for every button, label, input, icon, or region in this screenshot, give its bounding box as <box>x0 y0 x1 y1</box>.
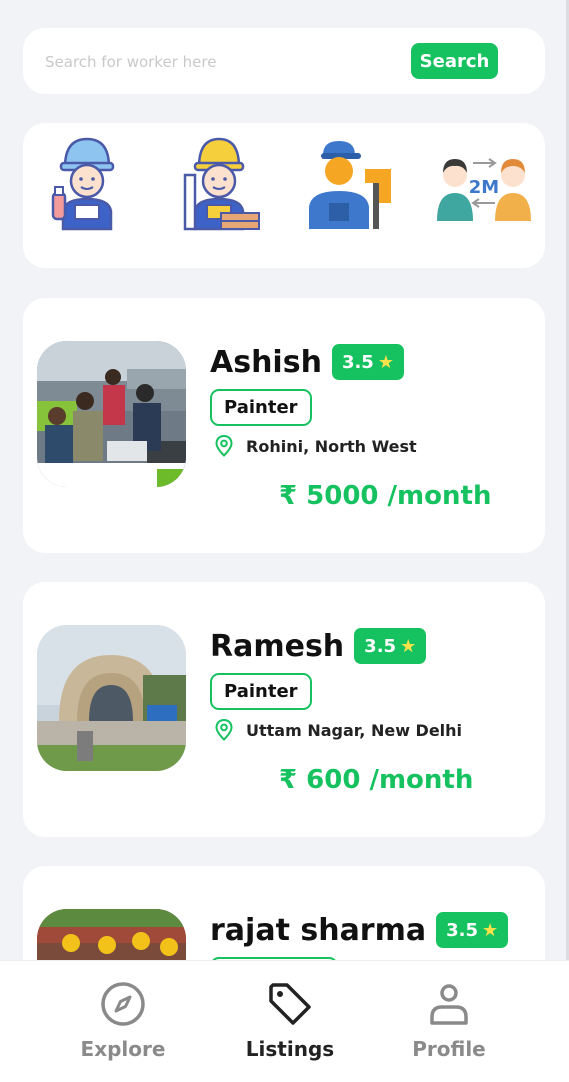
role-badge: Painter <box>210 673 312 710</box>
search-button[interactable]: Search <box>411 43 498 79</box>
worker-photo <box>37 625 186 771</box>
painter-worker-icon[interactable] <box>303 133 403 233</box>
rating-value: 3.5 <box>341 351 374 373</box>
worker-photo <box>37 341 186 487</box>
compass-icon <box>101 982 145 1026</box>
nav-item-explore[interactable]: Explore <box>48 981 198 1069</box>
nav-item-profile[interactable]: Profile <box>374 981 524 1069</box>
worker-name: Ashish <box>210 344 322 380</box>
worker-name-row: rajat sharma 3.5 ★ <box>210 912 509 948</box>
star-icon: ★ <box>482 919 499 941</box>
worker-card[interactable]: Ramesh 3.5 ★ Painter Uttam Nagar, New De… <box>23 582 545 837</box>
hire-exchange-icon[interactable]: 2M <box>433 133 533 233</box>
rating-badge: 3.5 ★ <box>436 912 509 948</box>
location-pin-icon <box>215 435 233 457</box>
star-icon: ★ <box>400 635 417 657</box>
location: Uttam Nagar, New Delhi <box>215 719 462 741</box>
plumber-worker-icon[interactable] <box>35 133 135 233</box>
worker-card[interactable]: Ashish 3.5 ★ Painter Rohini, North West … <box>23 298 545 553</box>
location: Rohini, North West <box>215 435 417 457</box>
tag-icon <box>269 983 311 1025</box>
rating-badge: 3.5 ★ <box>354 628 427 664</box>
nav-item-listings[interactable]: Listings <box>215 981 365 1069</box>
worker-name-row: Ashish 3.5 ★ <box>210 344 404 380</box>
worker-photo <box>37 909 186 960</box>
worker-card[interactable]: rajat sharma 3.5 ★ <box>23 866 545 960</box>
search-card: Search <box>23 28 545 94</box>
location-text: Rohini, North West <box>246 436 417 456</box>
worker-name: Ramesh <box>210 628 345 664</box>
rating-badge: 3.5 ★ <box>331 344 404 380</box>
nav-label: Profile <box>412 1037 486 1061</box>
search-input[interactable] <box>45 48 405 76</box>
worker-name-row: Ramesh 3.5 ★ <box>210 628 427 664</box>
svg-text:2M: 2M <box>469 177 499 198</box>
category-bar: 2M <box>23 123 545 268</box>
worker-name: rajat sharma <box>210 912 427 948</box>
bottom-nav: Explore Listings Profile <box>0 960 569 1082</box>
price: ₹ 600 /month <box>279 765 474 795</box>
user-icon <box>430 984 468 1025</box>
carpenter-worker-icon[interactable] <box>173 133 273 233</box>
role-badge: Painter <box>210 389 312 426</box>
location-text: Uttam Nagar, New Delhi <box>246 720 463 740</box>
price: ₹ 5000 /month <box>279 481 492 511</box>
location-pin-icon <box>215 719 233 741</box>
star-icon: ★ <box>377 351 394 373</box>
nav-label: Explore <box>80 1037 166 1061</box>
rating-value: 3.5 <box>446 919 478 941</box>
rating-value: 3.5 <box>364 635 397 657</box>
nav-label: Listings <box>245 1037 335 1061</box>
